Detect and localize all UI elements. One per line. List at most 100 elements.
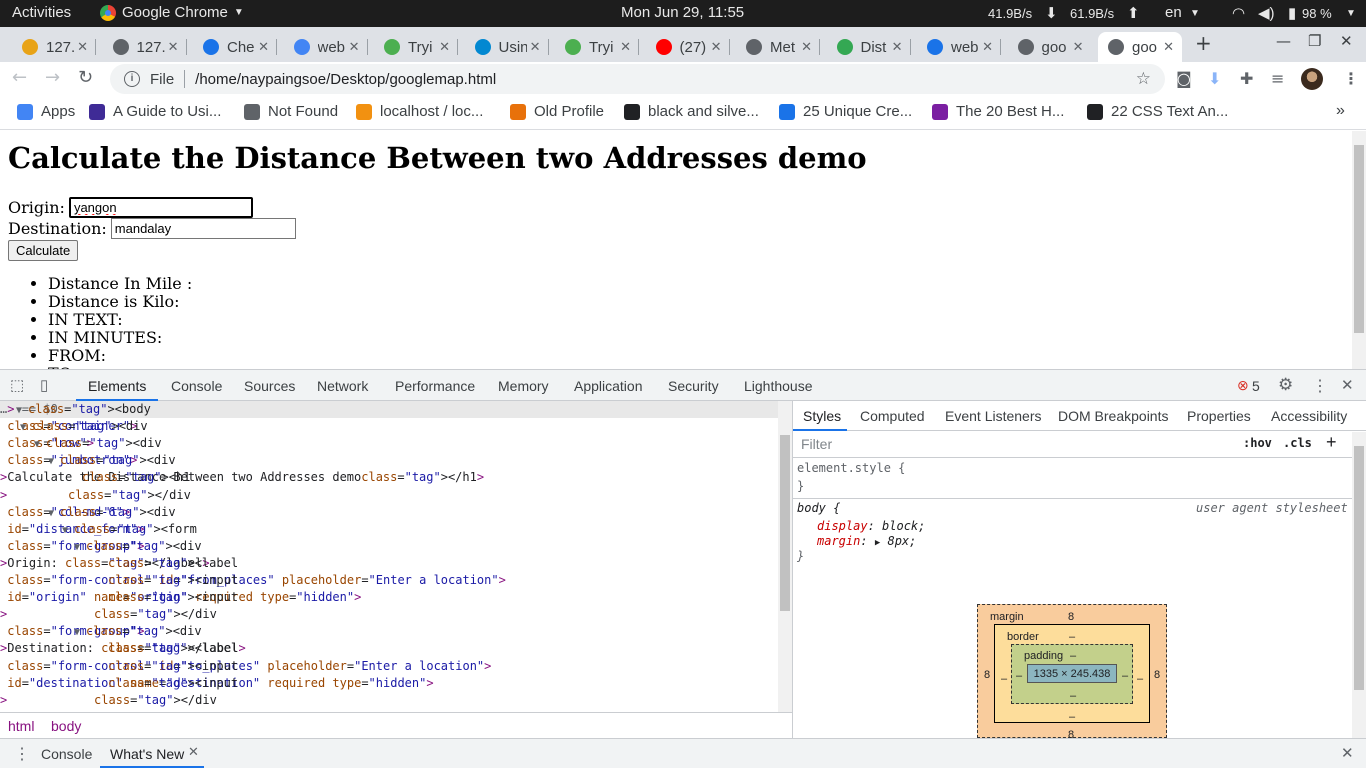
close-drawer-icon[interactable]: ✕ [1341,744,1354,762]
border-top-value[interactable]: – [1069,629,1075,645]
close-tab-icon[interactable]: ✕ [1073,39,1084,55]
language-indicator[interactable]: en [1165,4,1182,21]
browser-tab[interactable]: Tryi ✕ [374,32,458,62]
minimize-button[interactable]: — [1276,32,1291,50]
devtools-tab-network[interactable]: Network [317,378,368,394]
browser-tab[interactable]: (27) ✕ [646,32,730,62]
close-tab-icon[interactable]: ✕ [258,39,269,55]
bookmark-item[interactable]: Apps [17,103,75,120]
dom-node-line[interactable]: ▼ class="tag"><div class="col-md-6"> [0,504,778,521]
browser-tab[interactable]: Usin ✕ [465,32,549,62]
expand-arrow-icon[interactable]: ▼ [62,525,68,536]
cls-toggle[interactable]: .cls [1283,436,1312,450]
browser-tab[interactable]: goo ✕ [1098,32,1182,62]
error-icon[interactable]: ⊗ [1237,377,1249,394]
calculate-button[interactable]: Calculate [8,240,79,261]
bookmark-item[interactable]: 22 CSS Text An... [1087,103,1228,120]
devtools-tab-performance[interactable]: Performance [395,378,475,394]
dom-node-line[interactable]: ▼ class="tag"><div class="container"> [0,418,778,435]
battery-icon[interactable]: ▮ [1288,4,1296,22]
address-bar[interactable]: i File /home/naypaingsoe/Desktop/googlem… [110,64,1165,94]
dom-node-line[interactable]: class="tag"><h1 >Calculate the Distance B… [0,469,778,486]
dom-node-line[interactable]: class="tag"><input id="origin" name="ori… [0,589,778,606]
close-tab-icon[interactable]: ✕ [982,39,993,55]
expand-arrow-icon[interactable]: ▼ [34,439,40,450]
sidebar-tab-accessibility[interactable]: Accessibility [1271,408,1347,424]
page-scrollbar[interactable] [1352,131,1366,369]
browser-tab[interactable]: web ✕ [917,32,1001,62]
dom-node-line[interactable]: ▼ class="tag"><form id="distance_form"> [0,521,778,538]
chevron-right-icon[interactable]: » [1336,102,1345,120]
hov-toggle[interactable]: :hov [1243,436,1272,450]
error-count[interactable]: 5 [1252,378,1260,394]
more-options-icon[interactable]: ⋮ [1312,376,1328,396]
drawer-tab-console[interactable]: Console [41,746,92,762]
devtools-tab-sources[interactable]: Sources [244,378,295,394]
bookmark-item[interactable]: Not Found [244,103,338,120]
close-tab-icon[interactable]: ✕ [801,39,812,55]
breadcrumb-body[interactable]: body [51,718,81,734]
device-toolbar-icon[interactable]: ▯ [40,376,48,394]
devtools-tab-application[interactable]: Application [574,378,643,394]
padding-left-value[interactable]: – [1016,668,1022,684]
browser-tab[interactable]: 127. ✕ [103,32,187,62]
element-style-selector[interactable]: element.style { [797,460,905,476]
activities-button[interactable]: Activities [12,4,71,21]
devtools-tab-console[interactable]: Console [171,378,222,394]
bookmark-star-icon[interactable]: ☆ [1136,69,1151,89]
sidebar-tab-dom-breakpoints[interactable]: DOM Breakpoints [1058,408,1168,424]
close-tab-icon[interactable]: ✕ [349,39,360,55]
filter-input[interactable]: Filter [801,436,832,452]
expand-arrow-icon[interactable]: ▼ [74,542,80,553]
origin-input[interactable] [68,197,253,218]
close-tab-icon[interactable]: ✕ [188,744,199,760]
browser-tab[interactable]: 127. ✕ [12,32,96,62]
breadcrumb-html[interactable]: html [8,718,34,734]
dom-node-line[interactable]: class="tag"></div > [0,487,778,504]
dom-node-line[interactable]: class="tag"><input id="destination" name… [0,675,778,692]
bookmark-item[interactable]: localhost / loc... [356,103,483,120]
close-tab-icon[interactable]: ✕ [711,39,722,55]
close-devtools-icon[interactable]: ✕ [1341,376,1354,394]
body-selector[interactable]: body { [797,500,840,516]
info-icon[interactable]: i [124,71,140,87]
close-tab-icon[interactable]: ✕ [168,39,179,55]
browser-tab[interactable]: Dist ✕ [827,32,911,62]
app-menu[interactable]: Google Chrome ▼ [100,4,244,21]
dom-node-line[interactable]: class="tag"></div > [0,692,778,709]
close-tab-icon[interactable]: ✕ [620,39,631,55]
styles-scrollbar[interactable] [1352,432,1366,738]
dom-node-line[interactable]: ▼ class="tag"><div class="form-group"> [0,623,778,640]
inspect-element-icon[interactable]: ⬚ [10,376,24,394]
browser-tab[interactable]: Met ✕ [736,32,820,62]
padding-top-value[interactable]: – [1070,648,1076,664]
margin-top-value[interactable]: 8 [1068,609,1074,625]
dom-node-line[interactable]: class="tag"><input class="form-control" … [0,658,778,675]
expand-arrow-icon[interactable]: ▼ [48,456,54,467]
close-tab-icon[interactable]: ✕ [77,39,88,55]
dom-node-line[interactable]: class="tag"></div > [0,606,778,623]
dom-node-line[interactable]: ▼ class="tag"><div class="row"> [0,435,778,452]
expand-arrow-icon[interactable]: ▼ [74,627,80,638]
close-tab-icon[interactable]: ✕ [530,39,541,55]
elements-scrollbar[interactable] [778,401,792,712]
margin-right-value[interactable]: 8 [1154,667,1160,683]
expand-arrow-icon[interactable]: ▼ [20,422,26,433]
download-icon[interactable]: ⬇ [1208,69,1221,88]
reload-button[interactable]: ↻ [78,67,93,88]
clock[interactable]: Mon Jun 29, 11:55 [621,4,744,21]
extensions-icon[interactable]: ✚ [1240,69,1253,88]
devtools-tab-security[interactable]: Security [668,378,719,394]
sidebar-tab-properties[interactable]: Properties [1187,408,1251,424]
close-tab-icon[interactable]: ✕ [439,39,450,55]
expand-triangle-icon[interactable]: ▶ [875,538,880,548]
expand-arrow-icon[interactable]: ▼ [48,508,54,519]
dom-node-line[interactable]: ▼ class="tag"><div class="jumbotron"> [0,452,778,469]
sidebar-tab-computed[interactable]: Computed [860,408,925,424]
browser-tab[interactable]: Che ✕ [193,32,277,62]
settings-gear-icon[interactable]: ⚙ [1278,375,1293,395]
destination-input[interactable] [110,218,296,239]
new-tab-button[interactable]: + [1195,31,1212,55]
browser-tab[interactable]: Tryi ✕ [555,32,639,62]
browser-tab[interactable]: web ✕ [284,32,368,62]
